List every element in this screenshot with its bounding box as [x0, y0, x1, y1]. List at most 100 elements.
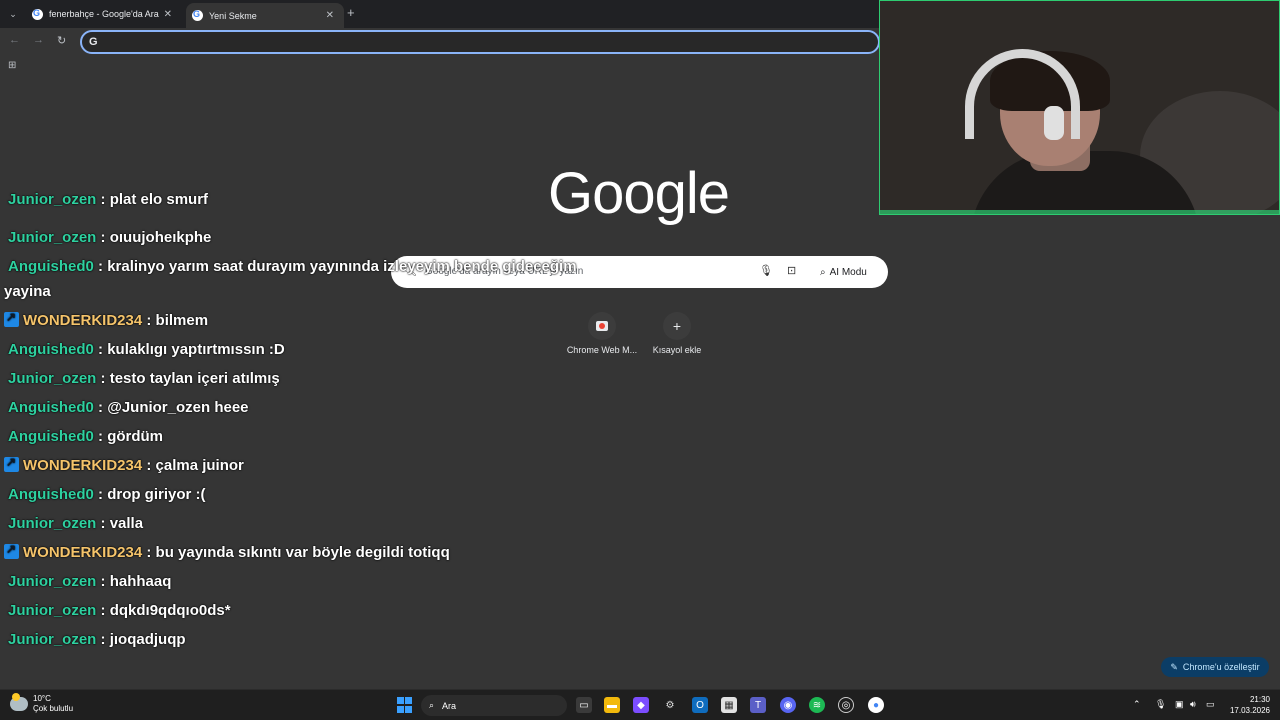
- chat-message: yayina: [4, 283, 51, 300]
- chat-separator: :: [93, 341, 108, 358]
- discord-icon[interactable]: ◉: [780, 697, 796, 713]
- task-view-icon[interactable]: ▭: [576, 697, 592, 713]
- stream-chat-overlay: Junior_ozen : plat elo smurf Junior_ozen…: [0, 186, 640, 656]
- shortcut-add[interactable]: + Kısayol ekle: [637, 312, 717, 355]
- ai-sparkle-icon: ⌕: [820, 266, 826, 278]
- chat-separator: :: [142, 312, 156, 329]
- network-icon[interactable]: ▣: [1175, 699, 1184, 710]
- chat-text: plat elo smurf: [109, 191, 209, 208]
- chat-separator: :: [93, 486, 108, 503]
- steam-icon[interactable]: ⚙: [662, 697, 678, 713]
- cloudy-weather-icon: [10, 693, 28, 711]
- tab-title: Yeni Sekme: [209, 10, 257, 21]
- volume-icon[interactable]: 🔊︎: [1190, 699, 1196, 710]
- chat-username: WONDERKID234: [23, 457, 143, 474]
- microsoft-store-icon[interactable]: ▦: [721, 697, 737, 713]
- chat-text: kulaklıgı yaptırtmıssın :D: [107, 341, 285, 358]
- chat-username: Anguished0: [8, 428, 94, 445]
- chat-message: Junior_ozen : plat elo smurf: [8, 191, 208, 208]
- chat-username: Junior_ozen: [8, 602, 97, 619]
- google-g-icon: G: [89, 36, 98, 48]
- chat-separator: :: [96, 573, 110, 590]
- chat-text: jıoqadjuqp: [109, 631, 186, 648]
- weather-desc: Çok bulutlu: [33, 704, 74, 713]
- chat-text: çalma juinor: [155, 457, 244, 474]
- chat-message: Junior_ozen : valla: [8, 515, 143, 532]
- start-menu-icon[interactable]: [396, 697, 412, 713]
- close-tab-icon[interactable]: ✕: [164, 9, 172, 20]
- chat-text: testo taylan içeri atılmış: [109, 370, 280, 387]
- chat-text: oıuujoheıkphe: [109, 229, 212, 246]
- chat-message: Anguished0 : gördüm: [8, 428, 163, 445]
- google-lens-icon[interactable]: ⊡: [787, 264, 796, 277]
- weather-temp: 10°C: [33, 694, 51, 703]
- chat-username: WONDERKID234: [23, 544, 143, 561]
- chevron-up-icon[interactable]: ⌃: [1133, 699, 1141, 710]
- address-bar[interactable]: G: [80, 30, 880, 54]
- chat-username: Junior_ozen: [8, 229, 97, 246]
- chrome-favicon-icon: [192, 9, 203, 21]
- taskbar-search[interactable]: ⌕ Ara: [421, 695, 567, 716]
- chat-username: Junior_ozen: [8, 191, 97, 208]
- subscriber-badge-icon: [4, 542, 19, 559]
- tab-fenerbahce-search[interactable]: fenerbahçe - Google'da Ara ✕: [26, 3, 182, 25]
- chat-separator: :: [93, 428, 108, 445]
- chat-message: Junior_ozen : oıuujoheıkphe: [8, 229, 211, 246]
- subscriber-badge-icon: [4, 310, 19, 327]
- reload-icon[interactable]: ↻: [57, 34, 66, 47]
- microphone-icon[interactable]: 🎙︎: [1155, 699, 1166, 710]
- file-explorer-icon[interactable]: ▬: [604, 697, 620, 713]
- chat-username: Junior_ozen: [8, 631, 97, 648]
- chat-separator: :: [96, 191, 110, 208]
- new-tab-plus-icon[interactable]: +: [347, 5, 355, 20]
- chat-separator: :: [96, 370, 110, 387]
- battery-icon[interactable]: ▭: [1206, 699, 1215, 710]
- webcam-overlay: [879, 0, 1280, 215]
- chat-text: hahhaaq: [109, 573, 172, 590]
- chat-text: kralinyo yarım saat durayım yayınında iz…: [107, 258, 577, 275]
- shortcut-label: Kısayol ekle: [652, 345, 702, 355]
- weather-widget[interactable]: 10°C Çok bulutlu: [10, 693, 73, 714]
- ai-mode-label: AI Modu: [829, 266, 867, 278]
- ai-mode-button[interactable]: ⌕ AI Modu: [813, 262, 874, 282]
- close-tab-icon[interactable]: ✕: [326, 10, 334, 21]
- tab-bar: ⌄ fenerbahçe - Google'da Ara ✕ Yeni Sekm…: [0, 0, 880, 28]
- chat-message: Anguished0 : kralinyo yarım saat durayım…: [8, 258, 577, 275]
- copilot-icon[interactable]: ◆: [633, 697, 649, 713]
- microphone-icon[interactable]: 🎙︎: [759, 264, 773, 277]
- chat-message: Anguished0 : drop giriyor :(: [8, 486, 206, 503]
- pencil-icon: ✎: [1170, 661, 1178, 672]
- system-clock[interactable]: 21:30 17.03.2026: [1224, 694, 1270, 716]
- forward-arrow-icon[interactable]: →: [33, 34, 44, 46]
- chat-text: gördüm: [107, 428, 164, 445]
- tab-title: fenerbahçe - Google'da Ara: [49, 9, 159, 19]
- chat-separator: :: [96, 229, 110, 246]
- headphone-earcup: [1044, 106, 1064, 140]
- obs-icon[interactable]: ◎: [838, 697, 854, 713]
- tab-search-chevron-icon[interactable]: ⌄: [4, 5, 22, 23]
- apps-grid-icon[interactable]: ⊞: [8, 60, 16, 71]
- chat-message: Anguished0 : kulaklıgı yaptırtmıssın :D: [8, 341, 285, 358]
- outlook-icon[interactable]: O: [692, 697, 708, 713]
- chrome-icon[interactable]: ●: [868, 697, 884, 713]
- chat-username: Anguished0: [8, 341, 94, 358]
- google-favicon-icon: [32, 8, 43, 20]
- chat-separator: :: [93, 399, 108, 416]
- customize-chrome-button[interactable]: ✎ Chrome'u özelleştir: [1161, 657, 1269, 677]
- chat-username: Junior_ozen: [8, 573, 97, 590]
- chat-separator: :: [96, 602, 110, 619]
- chat-message: WONDERKID234 : bu yayında sıkıntı var bö…: [4, 542, 450, 561]
- browser-toolbar: ← → ↻ G: [0, 28, 880, 56]
- chat-message: Anguished0 : @Junior_ozen heee: [8, 399, 249, 416]
- clock-time: 21:30: [1249, 695, 1270, 704]
- tab-new-tab[interactable]: Yeni Sekme ✕: [186, 3, 344, 28]
- chat-separator: :: [96, 515, 110, 532]
- teams-icon[interactable]: T: [750, 697, 766, 713]
- chat-text: bilmem: [155, 312, 209, 329]
- chat-text: bu yayında sıkıntı var böyle degildi tot…: [155, 544, 450, 561]
- weather-text: 10°C Çok bulutlu: [33, 694, 73, 714]
- chat-separator: :: [96, 631, 110, 648]
- back-arrow-icon[interactable]: ←: [9, 34, 20, 46]
- chat-username: Anguished0: [8, 258, 94, 275]
- spotify-icon[interactable]: ≋: [809, 697, 825, 713]
